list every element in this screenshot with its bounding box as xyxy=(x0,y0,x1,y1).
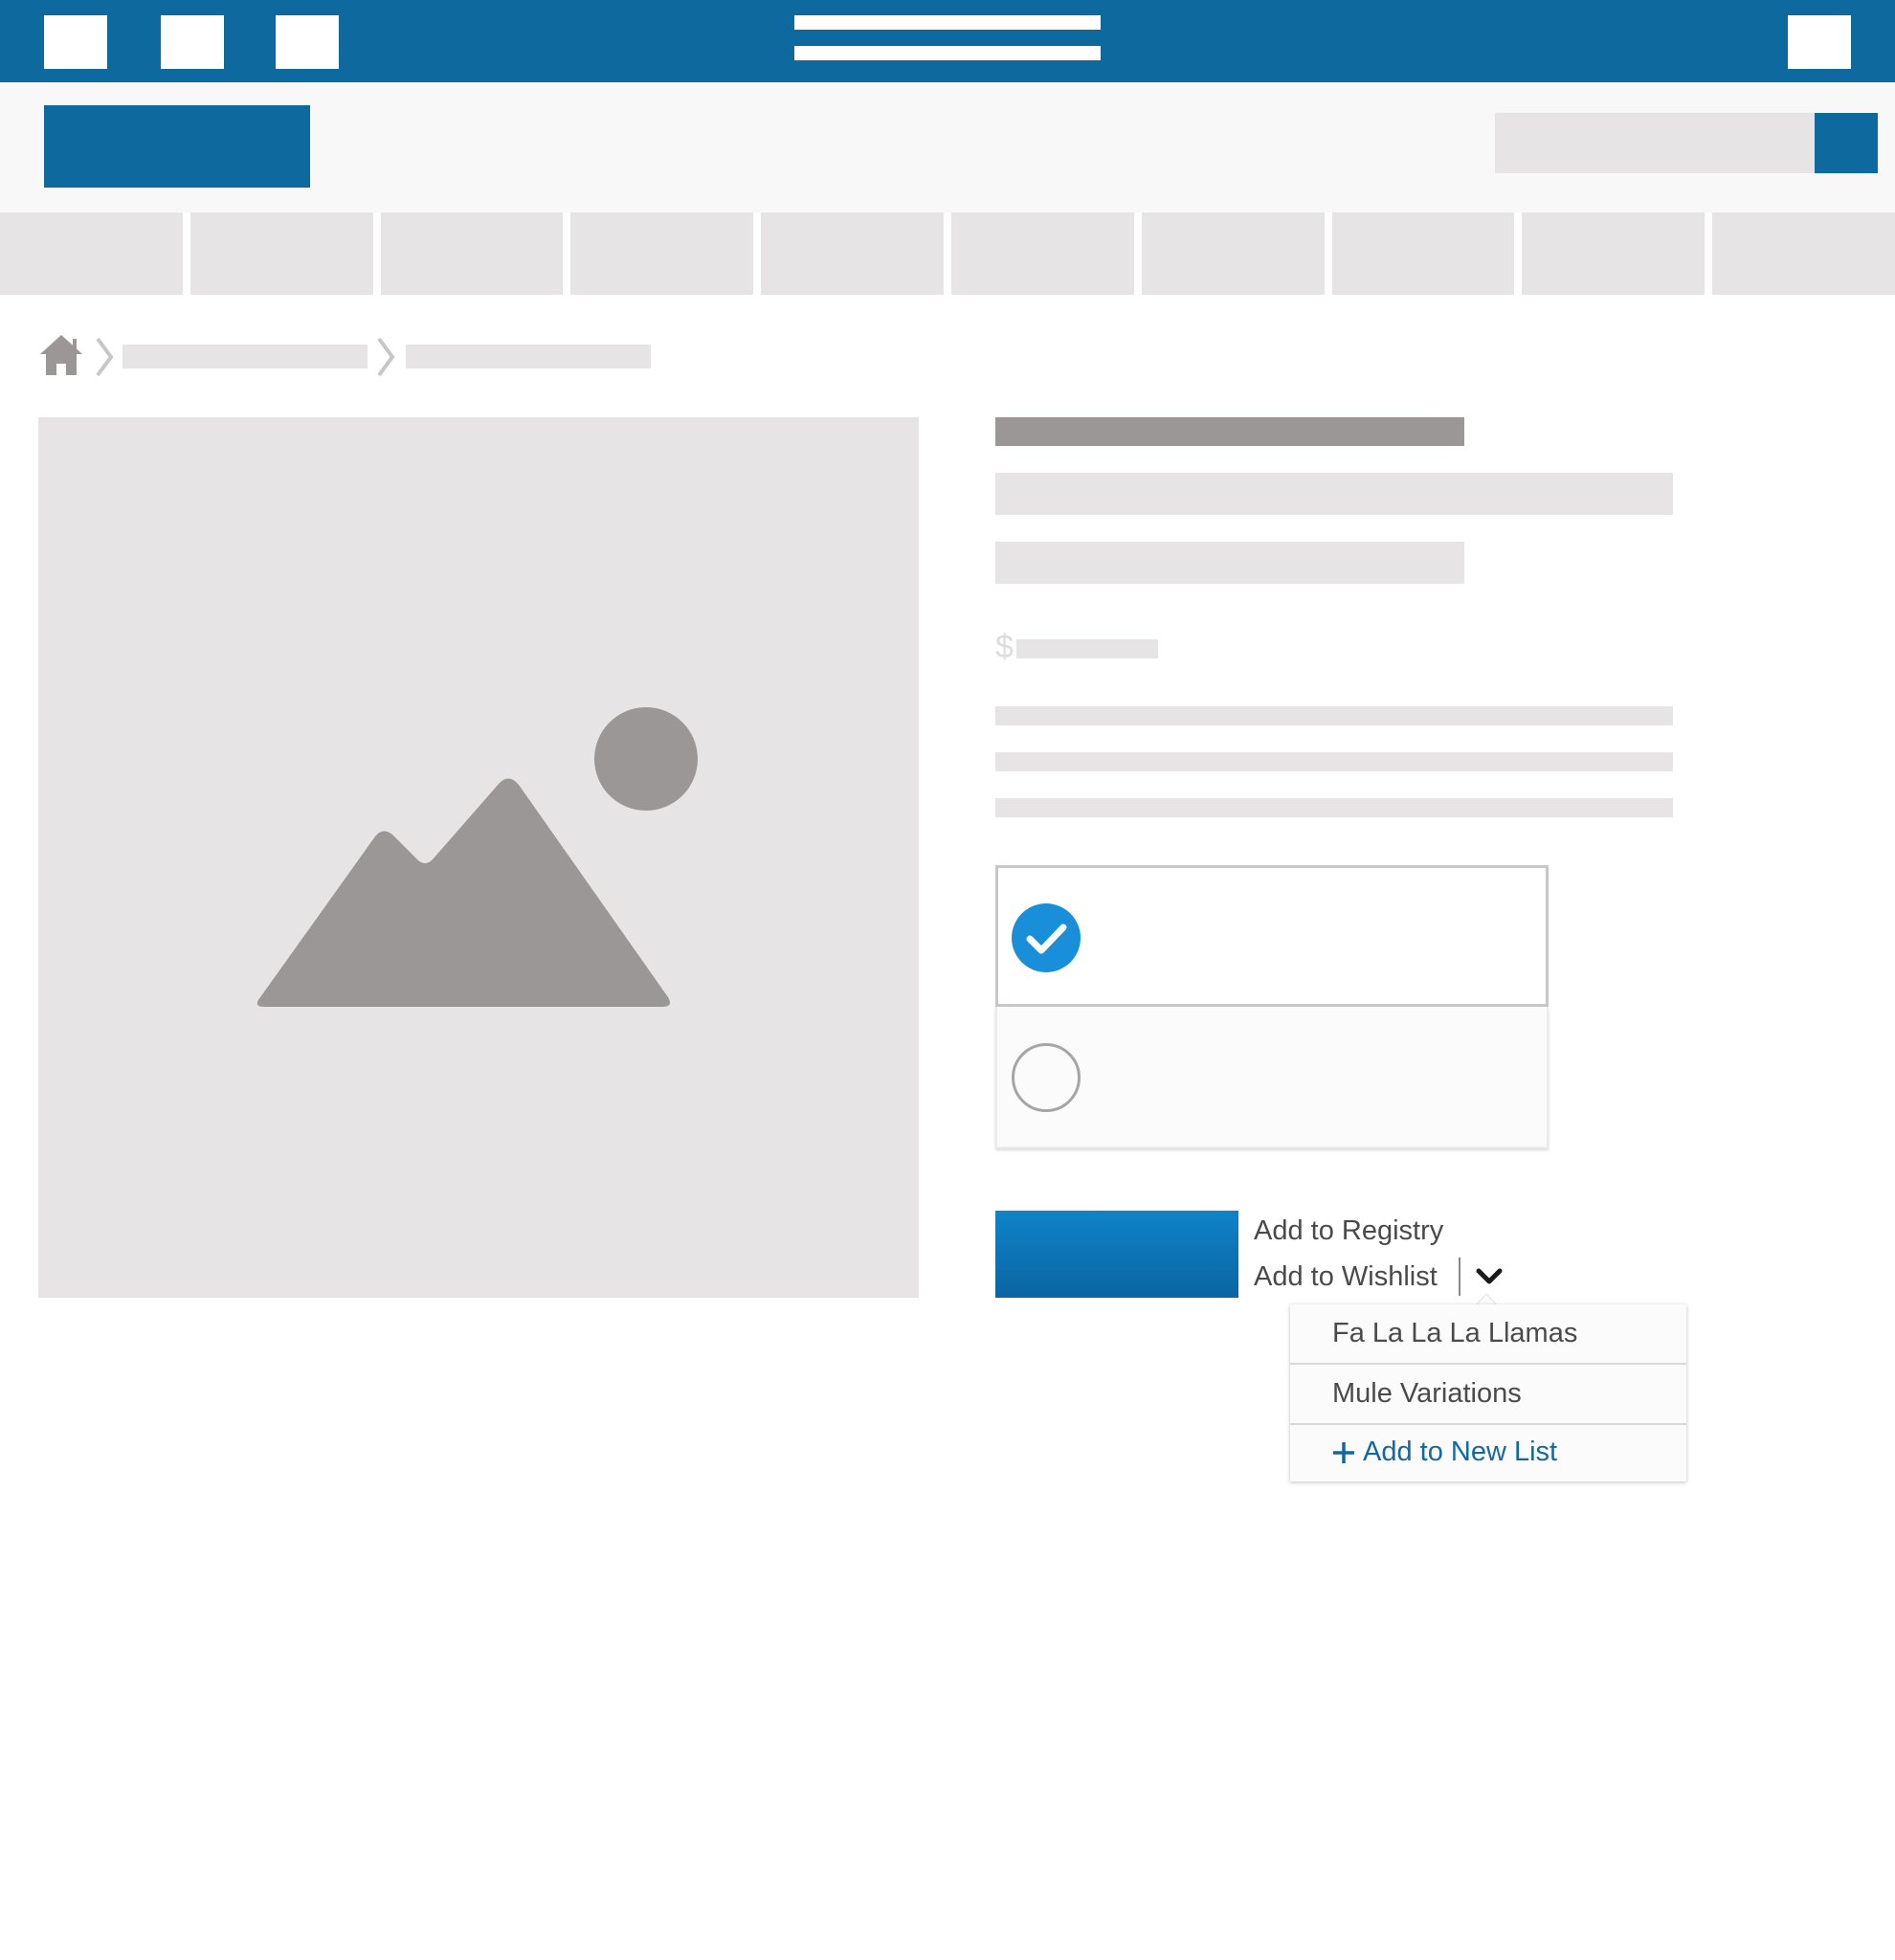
product-title-line xyxy=(995,542,1464,584)
add-to-cart-button[interactable] xyxy=(995,1211,1238,1298)
menu-line-2 xyxy=(794,46,1101,60)
chevron-right-icon xyxy=(377,337,395,377)
top-bar-icon-1[interactable] xyxy=(44,15,107,69)
option-selected[interactable] xyxy=(995,865,1549,1007)
account-icon[interactable] xyxy=(1788,15,1851,69)
wishlist-option[interactable]: Mule Variations xyxy=(1290,1365,1686,1423)
nav-item[interactable] xyxy=(1712,212,1895,295)
add-new-list-label: Add to New List xyxy=(1363,1437,1558,1467)
add-to-wishlist-link[interactable]: Add to Wishlist xyxy=(1254,1258,1438,1296)
site-logo[interactable] xyxy=(44,105,310,188)
price-symbol: $ xyxy=(995,629,1014,665)
wishlist-option[interactable]: Fa La La La Llamas xyxy=(1290,1304,1686,1363)
breadcrumb-item[interactable] xyxy=(123,345,368,368)
add-new-list-option[interactable]: Add to New List xyxy=(1290,1423,1686,1481)
top-bar-icon-3[interactable] xyxy=(276,15,339,69)
chevron-down-icon[interactable] xyxy=(1470,1259,1508,1294)
plus-icon xyxy=(1333,1441,1354,1463)
search-button[interactable] xyxy=(1815,113,1878,173)
breadcrumb-item[interactable] xyxy=(406,345,651,368)
image-icon xyxy=(256,707,698,1007)
home-icon[interactable] xyxy=(38,333,84,377)
nav-item[interactable] xyxy=(761,212,944,295)
nav-item[interactable] xyxy=(1331,212,1515,295)
description-line xyxy=(995,798,1673,817)
wishlist-dropdown: Fa La La La Llamas Mule Variations Add t… xyxy=(1290,1304,1686,1481)
nav-item[interactable] xyxy=(380,212,564,295)
divider xyxy=(1459,1258,1460,1296)
description-line xyxy=(995,752,1673,771)
description-line xyxy=(995,706,1673,725)
nav-item[interactable] xyxy=(0,212,183,295)
search-input[interactable] xyxy=(1495,113,1817,173)
nav-item[interactable] xyxy=(1141,212,1325,295)
nav-item[interactable] xyxy=(570,212,754,295)
add-to-registry-link[interactable]: Add to Registry xyxy=(1254,1212,1443,1250)
nav-item[interactable] xyxy=(950,212,1134,295)
price-value xyxy=(1016,639,1158,658)
radio-button[interactable] xyxy=(1012,1043,1081,1112)
menu-line-1 xyxy=(794,15,1101,30)
nav-item[interactable] xyxy=(1522,212,1706,295)
product-title-line xyxy=(995,473,1673,515)
product-brand xyxy=(995,417,1464,446)
chevron-right-icon xyxy=(96,337,114,377)
check-circle-icon xyxy=(1012,903,1081,972)
top-bar-icon-2[interactable] xyxy=(161,15,224,69)
main-nav xyxy=(0,212,1895,295)
option-unselected[interactable] xyxy=(995,1007,1549,1148)
nav-item[interactable] xyxy=(190,212,373,295)
